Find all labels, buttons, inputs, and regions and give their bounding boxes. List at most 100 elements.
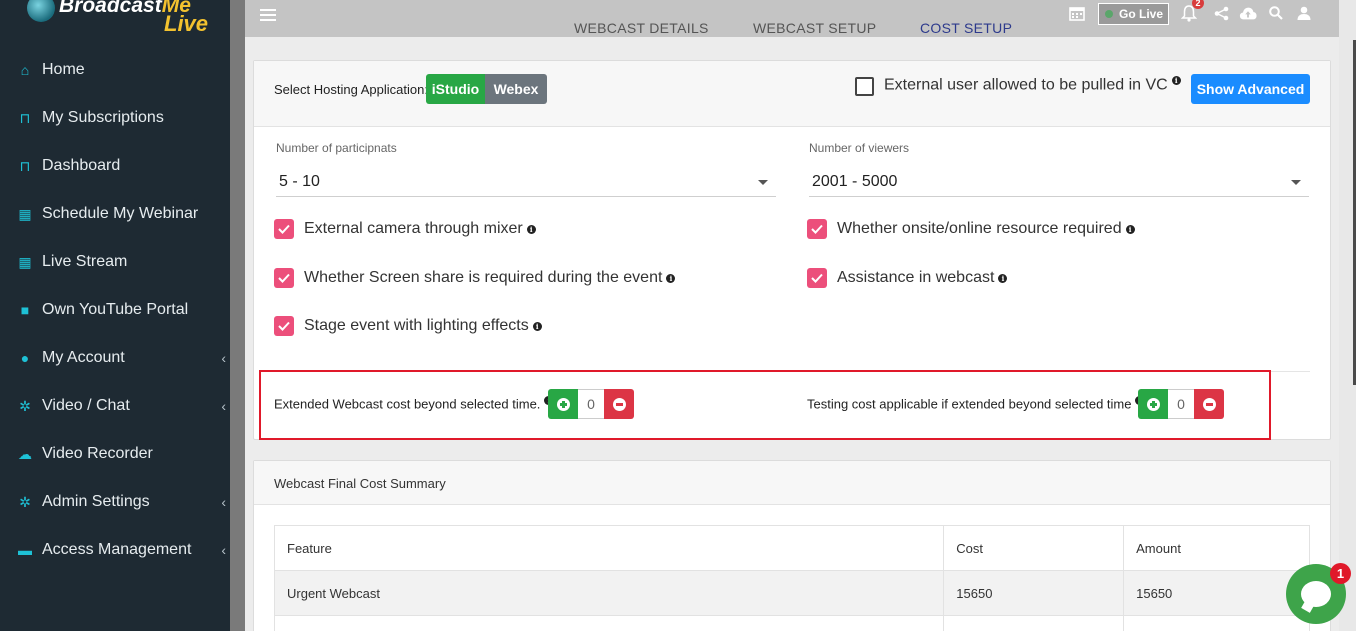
hosting-header: Select Hosting Application: iStudio Webe… bbox=[254, 61, 1330, 127]
chat-bubble-icon bbox=[1301, 581, 1331, 607]
sidebar-item-label: My Subscriptions bbox=[42, 109, 164, 126]
cogs-icon: ✲ bbox=[19, 397, 31, 414]
viewers-select[interactable]: 2001 - 5000 bbox=[809, 167, 1309, 197]
hosting-label: Select Hosting Application: bbox=[274, 82, 428, 97]
sidebar-item-label: Access Management bbox=[42, 541, 192, 558]
calendar-icon: ▦ bbox=[18, 253, 32, 270]
globe-logo-icon bbox=[27, 0, 55, 22]
chat-unread-badge: 1 bbox=[1330, 563, 1351, 584]
sidebar-item-label: Dashboard bbox=[42, 157, 121, 174]
checkbox-checked-icon[interactable] bbox=[807, 219, 827, 239]
tab-webcast-details[interactable]: WEBCAST DETAILS bbox=[574, 20, 709, 36]
checkbox-checked-icon[interactable] bbox=[807, 268, 827, 288]
calendar-icon[interactable] bbox=[1068, 4, 1086, 22]
info-icon[interactable]: i bbox=[526, 224, 536, 234]
sidebar-item-label: Home bbox=[42, 61, 85, 78]
external-user-checkbox[interactable] bbox=[855, 77, 874, 96]
option-onsite-resource[interactable]: Whether onsite/online resource required i bbox=[807, 219, 1135, 239]
bookmark-icon: ⊓ bbox=[19, 109, 31, 126]
column-header-feature[interactable]: Feature bbox=[273, 525, 945, 571]
summary-header: Webcast Final Cost Summary bbox=[254, 461, 1330, 505]
option-label: Whether onsite/online resource required bbox=[837, 220, 1122, 237]
option-label: Whether Screen share is required during … bbox=[304, 269, 663, 286]
cost-summary-table: Feature Cost Amount Urgent Webcast 15650… bbox=[273, 525, 1310, 631]
page-scrollbar[interactable] bbox=[1339, 0, 1356, 631]
sidebar-item-video-recorder[interactable]: ☁ Video Recorder bbox=[0, 430, 230, 478]
summary-title: Webcast Final Cost Summary bbox=[274, 476, 446, 491]
column-header-amount[interactable]: Amount bbox=[1123, 525, 1310, 571]
search-icon[interactable] bbox=[1267, 4, 1285, 22]
caret-down-icon bbox=[758, 180, 768, 185]
cloud-upload-icon: ☁ bbox=[18, 445, 32, 462]
option-label: Stage event with lighting effects bbox=[304, 317, 529, 334]
option-label: Assistance in webcast bbox=[837, 269, 995, 286]
share-icon[interactable] bbox=[1212, 4, 1230, 22]
option-external-camera[interactable]: External camera through mixer i bbox=[274, 219, 536, 239]
sidebar-item-label: My Account bbox=[42, 349, 125, 366]
webex-button[interactable]: Webex bbox=[485, 74, 547, 104]
user-profile-icon[interactable] bbox=[1295, 4, 1313, 22]
sidebar-item-dashboard[interactable]: ⊓ Dashboard bbox=[0, 142, 230, 190]
sidebar-item-video-chat[interactable]: ✲ Video / Chat ‹ bbox=[0, 382, 230, 430]
option-assistance[interactable]: Assistance in webcast i bbox=[807, 268, 1008, 288]
tab-cost-setup[interactable]: COST SETUP bbox=[920, 20, 1012, 36]
menu-toggle-icon[interactable] bbox=[260, 9, 276, 21]
chevron-left-icon: ‹ bbox=[221, 350, 226, 366]
participants-label: Number of participnats bbox=[276, 141, 397, 155]
notification-count-badge: 2 bbox=[1192, 0, 1204, 9]
checkbox-checked-icon[interactable] bbox=[274, 316, 294, 336]
sidebar-item-label: Video Recorder bbox=[42, 445, 153, 462]
info-icon[interactable]: i bbox=[1125, 224, 1135, 234]
sidebar-item-home[interactable]: ⌂ Home bbox=[0, 46, 230, 94]
chevron-left-icon: ‹ bbox=[221, 542, 226, 558]
sidebar-item-my-account[interactable]: ● My Account ‹ bbox=[0, 334, 230, 382]
brand-name-part3: Live bbox=[164, 11, 209, 36]
sidebar: BroadcastMe Live ⌂ Home ⊓ My Subscriptions ⊓… bbox=[0, 0, 230, 631]
column-header-cost[interactable]: Cost bbox=[943, 525, 1125, 571]
checkbox-checked-icon[interactable] bbox=[274, 268, 294, 288]
info-icon[interactable]: i bbox=[1171, 76, 1181, 85]
tab-webcast-setup[interactable]: WEBCAST SETUP bbox=[753, 20, 876, 36]
istudio-button[interactable]: iStudio bbox=[426, 74, 485, 104]
checkbox-checked-icon[interactable] bbox=[274, 219, 294, 239]
bookmark-icon: ⊓ bbox=[19, 157, 31, 174]
option-screen-share[interactable]: Whether Screen share is required during … bbox=[274, 268, 676, 288]
option-stage-lighting[interactable]: Stage event with lighting effects i bbox=[274, 316, 542, 336]
participants-value: 5 - 10 bbox=[279, 172, 320, 190]
brand-logo[interactable]: BroadcastMe Live bbox=[0, 0, 230, 37]
cogs-icon: ✲ bbox=[19, 493, 31, 510]
sidebar-item-label: Admin Settings bbox=[42, 493, 150, 510]
sidebar-item-label: Video / Chat bbox=[42, 397, 130, 414]
participants-select[interactable]: 5 - 10 bbox=[276, 167, 776, 197]
sidebar-item-my-subscriptions[interactable]: ⊓ My Subscriptions bbox=[0, 94, 230, 142]
top-header: WEBCAST DETAILS WEBCAST SETUP COST SETUP… bbox=[245, 0, 1339, 37]
sidebar-item-schedule-my-webinar[interactable]: ▦ Schedule My Webinar bbox=[0, 190, 230, 238]
table-cell: 15650 bbox=[943, 570, 1125, 616]
sidebar-item-label: Own YouTube Portal bbox=[42, 301, 189, 318]
chevron-left-icon: ‹ bbox=[221, 494, 226, 510]
sidebar-item-admin-settings[interactable]: ✲ Admin Settings ‹ bbox=[0, 478, 230, 526]
cloud-upload-icon[interactable] bbox=[1239, 4, 1257, 22]
table-cell: Urgent Webcast bbox=[273, 570, 945, 616]
caret-down-icon bbox=[1291, 180, 1301, 185]
info-icon[interactable]: i bbox=[998, 273, 1008, 283]
sidebar-item-label: Schedule My Webinar bbox=[42, 205, 199, 222]
info-icon[interactable]: i bbox=[666, 273, 676, 283]
user-icon: ● bbox=[20, 350, 30, 366]
viewers-label: Number of viewers bbox=[809, 141, 910, 155]
go-live-button[interactable]: Go Live bbox=[1098, 3, 1169, 25]
external-user-label: External user allowed to be pulled in VC bbox=[884, 76, 1168, 94]
option-label: External camera through mixer bbox=[304, 220, 523, 237]
calendar-plus-icon: ▦ bbox=[18, 205, 32, 222]
sidebar-item-live-stream[interactable]: ▦ Live Stream bbox=[0, 238, 230, 286]
sidebar-item-own-youtube-portal[interactable]: ■ Own YouTube Portal bbox=[0, 286, 230, 334]
sidebar-item-label: Live Stream bbox=[42, 253, 128, 270]
show-advanced-button[interactable]: Show Advanced bbox=[1191, 74, 1310, 104]
go-live-label: Go Live bbox=[1119, 7, 1164, 21]
unlock-icon: ▬ bbox=[18, 542, 32, 558]
chevron-left-icon: ‹ bbox=[221, 398, 226, 414]
cost-summary-panel: Webcast Final Cost Summary Feature Cost … bbox=[253, 460, 1331, 631]
sidebar-item-access-management[interactable]: ▬ Access Management ‹ bbox=[0, 526, 230, 574]
highlight-box bbox=[259, 370, 1271, 440]
info-icon[interactable]: i bbox=[532, 321, 542, 331]
